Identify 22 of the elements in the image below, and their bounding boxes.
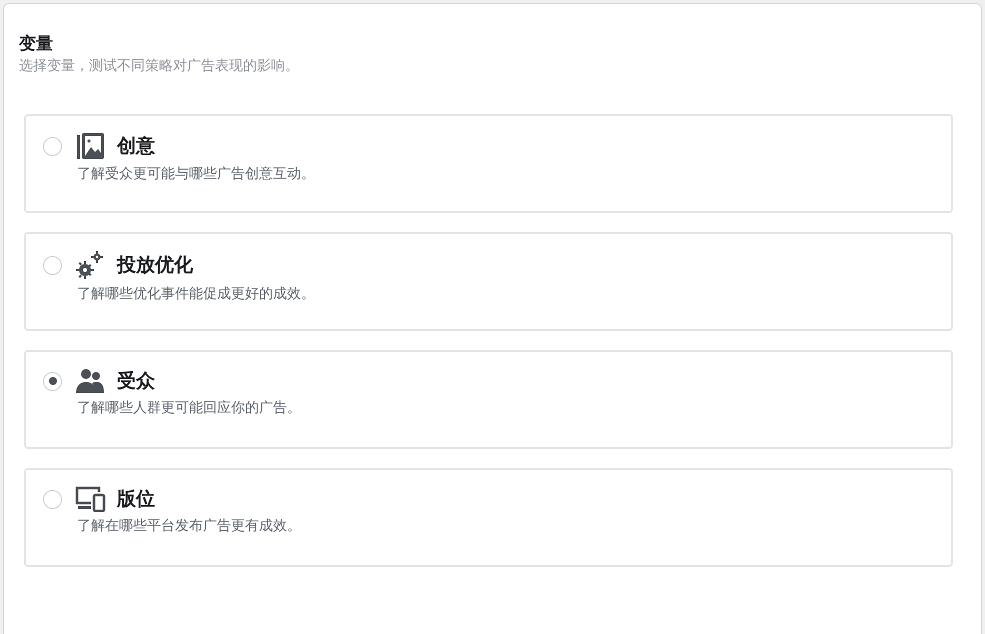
gears-icon: [75, 250, 105, 280]
devices-icon: [75, 486, 107, 512]
section-title: 变量: [19, 33, 54, 56]
option-description: 了解哪些优化事件能促成更好的成效。: [77, 285, 316, 304]
option-label: 受众: [117, 369, 155, 394]
radio-button[interactable]: [43, 136, 62, 156]
option-card[interactable]: 受众 了解哪些人群更可能回应你的广告。: [24, 350, 953, 449]
option-card[interactable]: 版位 了解在哪些平台发布广告更有成效。: [24, 468, 953, 567]
radio-button[interactable]: [43, 256, 62, 274]
option-card[interactable]: 投放优化 了解哪些优化事件能促成更好的成效。: [24, 232, 953, 331]
option-description: 了解哪些人群更可能回应你的广告。: [77, 399, 302, 418]
people-icon: [75, 368, 105, 394]
option-label: 投放优化: [117, 253, 193, 278]
radio-button[interactable]: [43, 372, 62, 390]
image-icon: [75, 132, 105, 160]
option-label: 版位: [117, 487, 155, 512]
option-description: 了解受众更可能与哪些广告创意互动。: [77, 165, 316, 184]
section-subtitle: 选择变量，测试不同策略对广告表现的影响。: [19, 57, 300, 76]
radio-button[interactable]: [43, 490, 62, 508]
option-card[interactable]: 创意 了解受众更可能与哪些广告创意互动。: [24, 114, 953, 213]
option-label: 创意: [117, 134, 155, 159]
option-description: 了解在哪些平台发布广告更有成效。: [77, 517, 302, 536]
